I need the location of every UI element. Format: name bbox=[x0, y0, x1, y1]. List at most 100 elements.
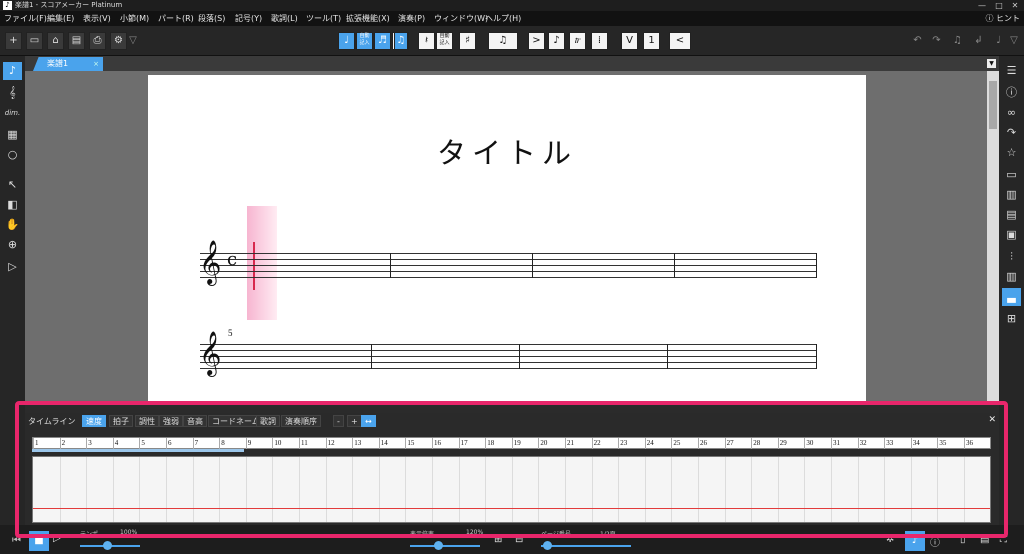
instrument-panel-icon[interactable]: ▥ bbox=[1002, 186, 1021, 204]
shape-tool-icon[interactable]: ○ bbox=[3, 146, 22, 164]
vertical-scrollbar[interactable] bbox=[987, 71, 999, 403]
note-tool-icon[interactable]: ♫ bbox=[949, 32, 966, 50]
hint-button[interactable]: ⓘ ヒント bbox=[985, 11, 1020, 26]
save-icon[interactable]: ⌂ bbox=[47, 32, 64, 50]
select-arrow-icon[interactable]: ↖ bbox=[3, 176, 22, 194]
menu-edit[interactable]: 編集(E) bbox=[47, 11, 74, 26]
tab-pitch[interactable]: 音高 bbox=[183, 415, 207, 427]
play-icon[interactable]: ▷ bbox=[53, 533, 61, 544]
tab-lyrics[interactable]: 歌詞 bbox=[256, 415, 280, 427]
info-icon[interactable]: ⓘ bbox=[1002, 84, 1021, 102]
measure-number-cell[interactable]: 27 bbox=[724, 438, 734, 449]
menu-view[interactable]: 表示(V) bbox=[83, 11, 111, 26]
metronome-icon[interactable]: ♪ bbox=[905, 531, 925, 551]
tempo-graph[interactable] bbox=[32, 456, 991, 523]
zoom-slider-knob[interactable] bbox=[434, 541, 443, 550]
measure-number-cell[interactable]: 24 bbox=[644, 438, 654, 449]
measure-number-cell[interactable]: 2 bbox=[59, 438, 65, 449]
forward-icon[interactable]: ↷ bbox=[1002, 124, 1021, 142]
page-slider[interactable] bbox=[541, 545, 631, 547]
timeline-panel-icon[interactable]: ▃ bbox=[1002, 288, 1021, 306]
visible-range-bar[interactable] bbox=[32, 449, 244, 452]
measure-number-cell[interactable]: 13 bbox=[352, 438, 361, 449]
measure-number-cell[interactable]: 19 bbox=[511, 438, 521, 449]
hairpin-button[interactable]: < bbox=[669, 32, 691, 50]
symbol-tool-icon[interactable]: ▦ bbox=[3, 126, 22, 144]
tab-key[interactable]: 調性 bbox=[135, 415, 159, 427]
fullscreen-icon[interactable]: ⛶ bbox=[1000, 534, 1007, 545]
beam-button[interactable]: ♫ bbox=[488, 32, 518, 50]
scroll-view-icon[interactable]: ⊟ bbox=[515, 534, 523, 545]
minimize-button[interactable]: — bbox=[975, 0, 989, 11]
stop-icon[interactable]: ■ bbox=[29, 531, 49, 551]
note-input-tool-icon[interactable]: ♪ bbox=[3, 62, 22, 80]
settings-icon[interactable]: ⚙ bbox=[110, 32, 127, 50]
document-tab-close[interactable]: × bbox=[93, 57, 99, 71]
measure-number-cell[interactable]: 3 bbox=[86, 438, 92, 449]
measure-number-cell[interactable]: 14 bbox=[378, 438, 388, 449]
measure-number-cell[interactable]: 29 bbox=[777, 438, 787, 449]
measure-number-cell[interactable]: 11 bbox=[299, 438, 308, 449]
piano-icon[interactable]: ▥ bbox=[1002, 268, 1021, 286]
print-preview-icon[interactable]: ▤ bbox=[68, 32, 85, 50]
measure-number-cell[interactable]: 28 bbox=[751, 438, 760, 449]
info-status-icon[interactable]: ⓘ bbox=[930, 534, 940, 549]
menu-extensions[interactable]: 拡張機能(X) bbox=[346, 11, 390, 26]
note-duration-button[interactable]: ♬ bbox=[374, 32, 391, 50]
grid-panel-icon[interactable]: ⊞ bbox=[1002, 310, 1021, 328]
measure-number-cell[interactable]: 8 bbox=[219, 438, 225, 449]
tempo-slider-knob[interactable] bbox=[103, 541, 112, 550]
tab-menu-icon[interactable]: ▼ bbox=[987, 59, 996, 68]
tab-dynamics[interactable]: 強弱 bbox=[159, 415, 183, 427]
measure-number-cell[interactable]: 23 bbox=[618, 438, 627, 449]
sharp-button[interactable]: ♯ bbox=[459, 32, 476, 50]
treble-clef[interactable]: 𝄞 bbox=[199, 240, 221, 284]
menu-file[interactable]: ファイル(F) bbox=[4, 11, 47, 26]
dynamics-tool-icon[interactable]: dim. bbox=[3, 104, 22, 122]
measure-number-cell[interactable]: 16 bbox=[432, 438, 441, 449]
measure-number-cell[interactable]: 1 bbox=[33, 438, 39, 449]
zoom-in-button[interactable]: + bbox=[347, 415, 362, 427]
scrollbar-thumb[interactable] bbox=[989, 81, 997, 129]
score-title[interactable]: タイトル bbox=[148, 130, 866, 172]
measure-number-cell[interactable]: 9 bbox=[245, 438, 251, 449]
menu-play[interactable]: 演奏(P) bbox=[398, 11, 425, 26]
trill-button[interactable]: 𝆖 bbox=[569, 32, 586, 50]
glasses-icon[interactable]: ∞ bbox=[1002, 104, 1021, 122]
timeline-close-button[interactable]: ✕ bbox=[988, 415, 996, 425]
hand-tool-icon[interactable]: ✋ bbox=[3, 216, 22, 234]
tab-tempo[interactable]: 速度 bbox=[82, 415, 106, 427]
menu-paragraph[interactable]: 段落(S) bbox=[198, 11, 225, 26]
sparkle-icon[interactable]: ✲ bbox=[886, 534, 894, 545]
measure-number-cell[interactable]: 21 bbox=[565, 438, 574, 449]
note-input-button[interactable]: ♩ bbox=[338, 32, 355, 50]
menu-window[interactable]: ウィンドウ(W) bbox=[434, 11, 488, 26]
zoom-slider[interactable] bbox=[410, 545, 480, 547]
print-icon[interactable]: ⎙ bbox=[89, 32, 106, 50]
measure-number-cell[interactable]: 18 bbox=[485, 438, 494, 449]
measure-number-cell[interactable]: 25 bbox=[671, 438, 680, 449]
document-tab[interactable]: 楽譜1 × bbox=[33, 57, 103, 71]
auto-input-button[interactable]: 自動 記入 bbox=[356, 32, 373, 50]
measure-number-cell[interactable]: 34 bbox=[910, 438, 920, 449]
menu-tools[interactable]: ツール(T) bbox=[306, 11, 341, 26]
measure-number-cell[interactable]: 10 bbox=[272, 438, 281, 449]
measure-number-cell[interactable]: 35 bbox=[937, 438, 946, 449]
accent-button[interactable]: > bbox=[528, 32, 545, 50]
measure-ruler[interactable]: 1 2 3 4 5 6 7 8 9 10 11 12 13 14 15 16 17 18 19 20 21 22 23 24 2… bbox=[32, 437, 991, 449]
redo-icon[interactable]: ↷ bbox=[928, 32, 945, 50]
menu-help[interactable]: ヘルプ(H) bbox=[485, 11, 521, 26]
measure-number-cell[interactable]: 20 bbox=[538, 438, 547, 449]
zoom-tool-icon[interactable]: ⊕ bbox=[3, 236, 22, 254]
measure-number-cell[interactable]: 12 bbox=[325, 438, 335, 449]
measure-tool-icon[interactable]: ♩ bbox=[990, 32, 1007, 50]
rest-button[interactable]: 𝄽 bbox=[418, 32, 435, 50]
measure-number-cell[interactable]: 32 bbox=[857, 438, 867, 449]
measure-number-cell[interactable]: 4 bbox=[112, 438, 118, 449]
rewind-icon[interactable]: ⏮ bbox=[12, 535, 21, 546]
treble-clef[interactable]: 𝄞 bbox=[199, 331, 221, 375]
multi-page-icon[interactable]: ▤ bbox=[980, 534, 989, 545]
open-folder-icon[interactable]: ▭ bbox=[26, 32, 43, 50]
eighth-note-button[interactable]: ♫ bbox=[394, 32, 408, 50]
play-tool-icon[interactable]: ▷ bbox=[3, 258, 22, 276]
